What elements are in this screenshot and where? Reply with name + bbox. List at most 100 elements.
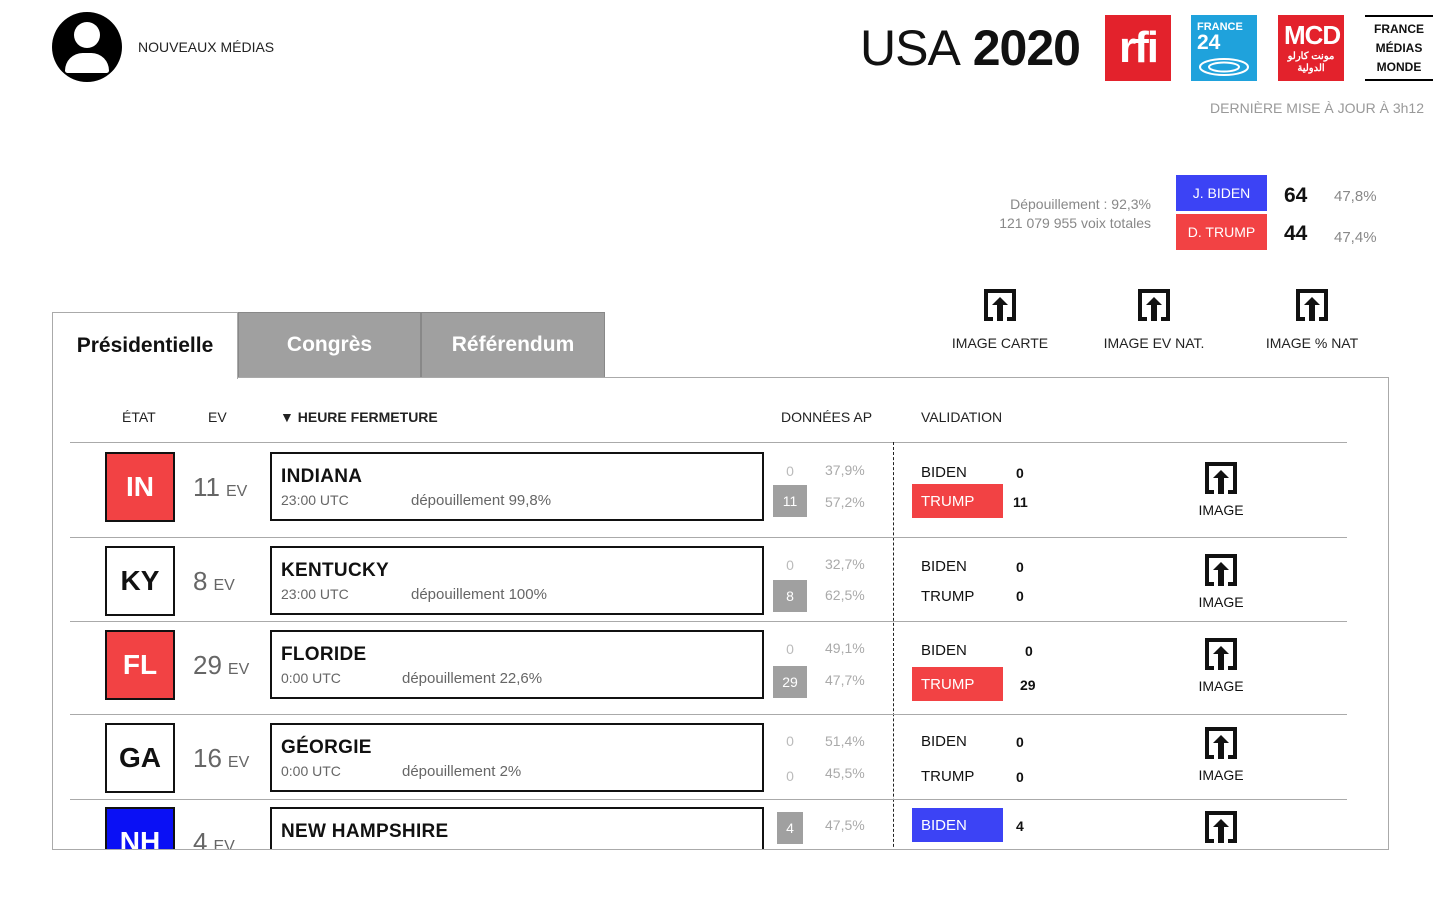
- state-name: INDIANA: [281, 466, 363, 487]
- state-box[interactable]: FLORIDE 0:00 UTC dépouillement 22,6%: [270, 630, 764, 699]
- col-validation[interactable]: VALIDATION: [921, 409, 1002, 425]
- results-panel[interactable]: ÉTAT EV ▼ HEURE FERMETURE DONNÉES AP VAL…: [52, 377, 1389, 850]
- state-image-button[interactable]: IMAGE: [1189, 725, 1253, 783]
- export-icon: [1205, 554, 1237, 586]
- export-icon: [1138, 289, 1170, 321]
- state-image-label: IMAGE: [1198, 502, 1244, 518]
- validate-biden-ev: 4: [1016, 818, 1024, 834]
- state-name: KENTUCKY: [281, 560, 389, 581]
- ap-biden-ev: 0: [786, 641, 794, 657]
- validate-trump-ev: 11: [1013, 494, 1028, 510]
- page-title-bold: 2020: [972, 20, 1081, 76]
- validate-biden-button[interactable]: BIDEN: [912, 808, 1003, 842]
- state-depouillement: dépouillement 22,6%: [402, 670, 543, 687]
- validate-trump-button[interactable]: TRUMP: [912, 484, 1003, 518]
- export-icon: [984, 289, 1016, 321]
- state-image-label: IMAGE: [1198, 678, 1244, 694]
- state-close-time: 0:00 UTC: [281, 763, 341, 779]
- user-menu[interactable]: NOUVEAUX MÉDIAS: [52, 12, 274, 82]
- ap-trump-ev: 29: [773, 666, 807, 698]
- ap-trump-pct: 45,5%: [825, 765, 865, 781]
- header-divider: [70, 442, 1347, 443]
- col-ev[interactable]: EV: [208, 409, 227, 425]
- biden-national-pct: 47,8%: [1334, 188, 1377, 205]
- state-name: FLORIDE: [281, 644, 367, 665]
- last-update-text: DERNIÈRE MISE À JOUR À 3h12: [1210, 100, 1424, 116]
- ap-trump-pct: 62,5%: [825, 587, 865, 603]
- validate-biden-ev: 0: [1016, 734, 1024, 750]
- page-title-light: USA: [860, 20, 961, 76]
- row-divider: [70, 621, 1347, 622]
- state-ev: 16 EV: [193, 743, 250, 773]
- validate-biden-button[interactable]: BIDEN: [912, 724, 1003, 758]
- state-image-button[interactable]: IMAGE: [1189, 460, 1253, 518]
- state-image-label: IMAGE: [1198, 594, 1244, 610]
- col-donnees-ap[interactable]: DONNÉES AP: [781, 409, 872, 425]
- state-depouillement: dépouillement 100%: [411, 586, 547, 603]
- ap-trump-ev: 8: [773, 580, 807, 612]
- validate-trump-ev: 0: [1016, 769, 1024, 785]
- trump-national-ev: 44: [1284, 222, 1308, 245]
- export-icon: [1205, 638, 1237, 670]
- ap-biden-ev: 4: [777, 812, 803, 844]
- validate-biden-button[interactable]: BIDEN: [912, 549, 1003, 583]
- state-box[interactable]: GÉORGIE 0:00 UTC dépouillement 2%: [270, 723, 764, 792]
- validate-biden-ev: 0: [1016, 559, 1024, 575]
- ap-trump-ev: 11: [773, 485, 807, 517]
- validate-trump-button[interactable]: TRUMP: [912, 759, 1003, 793]
- ap-biden-ev: 0: [786, 463, 794, 479]
- ap-trump-ev: 0: [786, 768, 794, 784]
- state-abbr: GA: [105, 723, 175, 793]
- state-image-button[interactable]: IMAGE: [1189, 636, 1253, 694]
- row-divider: [70, 537, 1347, 538]
- state-image-button[interactable]: [1189, 809, 1253, 849]
- ap-trump-pct: 47,7%: [825, 672, 865, 688]
- state-close-time: 0:00 UTC: [281, 670, 341, 686]
- trump-national-badge: D. TRUMP: [1176, 214, 1267, 250]
- ap-biden-pct: 37,9%: [825, 462, 865, 478]
- col-etat[interactable]: ÉTAT: [122, 409, 156, 425]
- export-image-pct-nat-button[interactable]: IMAGE % NAT: [1252, 287, 1372, 351]
- ap-biden-pct: 51,4%: [825, 733, 865, 749]
- ap-biden-ev: 0: [786, 557, 794, 573]
- tab-referendum[interactable]: Référendum: [421, 312, 605, 378]
- state-ev: 8 EV: [193, 566, 235, 596]
- state-abbr: KY: [105, 546, 175, 616]
- row-divider: [70, 714, 1347, 715]
- state-box[interactable]: KENTUCKY 23:00 UTC dépouillement 100%: [270, 546, 764, 615]
- user-name: NOUVEAUX MÉDIAS: [138, 39, 275, 55]
- trump-national-pct: 47,4%: [1334, 229, 1377, 246]
- state-box[interactable]: NEW HAMPSHIRE: [270, 807, 764, 849]
- tab-presidentielle[interactable]: Présidentielle: [52, 312, 238, 379]
- export-icon: [1205, 727, 1237, 759]
- validate-biden-button[interactable]: BIDEN: [912, 633, 1003, 667]
- state-depouillement: dépouillement 99,8%: [411, 492, 552, 509]
- export-image-ev-nat-button[interactable]: IMAGE EV NAT.: [1094, 287, 1214, 351]
- validate-trump-button[interactable]: TRUMP: [912, 579, 1003, 613]
- fmm-logo: FRANCE MÉDIAS MONDE: [1365, 15, 1433, 81]
- validate-trump-ev: 29: [1020, 677, 1036, 693]
- state-image-button[interactable]: IMAGE: [1189, 552, 1253, 610]
- validate-biden-ev: 0: [1025, 643, 1033, 659]
- state-box[interactable]: INDIANA 23:00 UTC dépouillement 99,8%: [270, 452, 764, 521]
- ap-biden-ev: 0: [786, 733, 794, 749]
- state-image-label: IMAGE: [1198, 767, 1244, 783]
- national-summary: Dépouillement : 92,3% 121 079 955 voix t…: [999, 195, 1151, 233]
- export-image-ev-nat-label: IMAGE EV NAT.: [1103, 335, 1205, 351]
- rfi-logo: rfi: [1105, 15, 1171, 81]
- validate-trump-ev: 0: [1016, 588, 1024, 604]
- ap-trump-pct: 57,2%: [825, 494, 865, 510]
- col-heure-fermeture[interactable]: ▼ HEURE FERMETURE: [280, 409, 438, 425]
- ap-biden-pct: 47,5%: [825, 817, 865, 833]
- state-close-time: 23:00 UTC: [281, 492, 349, 508]
- validate-trump-button[interactable]: TRUMP: [912, 667, 1003, 701]
- brand-header: USA 2020 rfi FRANCE 24 MCD مونت كارلو ال…: [860, 14, 1433, 82]
- state-name: NEW HAMPSHIRE: [281, 821, 449, 842]
- export-image-carte-button[interactable]: IMAGE CARTE: [940, 287, 1060, 351]
- ap-biden-pct: 49,1%: [825, 640, 865, 656]
- france24-logo: FRANCE 24: [1191, 15, 1257, 81]
- state-depouillement: dépouillement 2%: [402, 763, 522, 780]
- biden-national-badge: J. BIDEN: [1176, 175, 1267, 211]
- tab-congres[interactable]: Congrès: [238, 312, 421, 378]
- state-name: GÉORGIE: [281, 737, 372, 758]
